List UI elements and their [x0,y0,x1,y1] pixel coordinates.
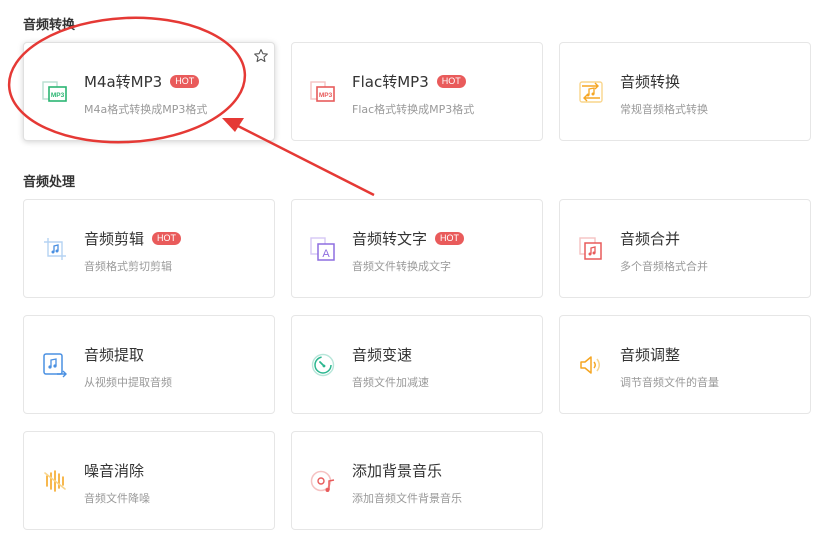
card-description: 音频文件转换成文字 [352,260,451,273]
svg-text:MP3: MP3 [319,92,333,99]
card-title: Flac转MP3 [352,73,429,91]
card-title: 音频转文字 [352,230,428,248]
card-title: 添加背景音乐 [352,462,443,480]
card-title: 音频调整 [620,346,681,364]
mp3-file-icon: MP3 [310,79,336,105]
hot-badge: HOT [170,75,200,88]
section-title-processing: 音频处理 [23,175,76,190]
mp3-file-icon: MP3 [42,79,68,105]
volume-icon [578,352,604,378]
audio-convert-icon [578,79,604,105]
card-add-bgm[interactable]: 添加背景音乐 添加音频文件背景音乐 [291,431,543,530]
card-description: 常规音频格式转换 [620,103,708,116]
svg-text:MP3: MP3 [51,92,65,99]
audio-text-icon: A [310,236,336,262]
hot-badge: HOT [436,75,466,88]
bgm-disc-icon [310,468,336,494]
card-flac-to-mp3[interactable]: MP3 Flac转MP3 HOT Flac格式转换成MP3格式 [291,42,543,141]
card-title: 音频剪辑 [84,230,145,248]
noise-remove-icon [42,468,68,494]
card-title: M4a转MP3 [84,73,163,91]
svg-text:A: A [322,248,330,260]
card-audio-cut[interactable]: 音频剪辑 HOT 音频格式剪切剪辑 [23,199,275,298]
card-description: 添加音频文件背景音乐 [352,492,462,505]
card-title: 音频合并 [620,230,681,248]
audio-extract-icon [42,352,68,378]
audio-merge-icon [578,236,604,262]
audio-crop-icon [42,236,68,262]
card-description: Flac格式转换成MP3格式 [352,103,475,116]
card-description: M4a格式转换成MP3格式 [84,103,208,116]
card-title: 音频提取 [84,346,145,364]
card-description: 从视频中提取音频 [84,376,172,389]
hot-badge: HOT [152,232,182,245]
card-audio-volume[interactable]: 音频调整 调节音频文件的音量 [559,315,811,414]
card-audio-to-text[interactable]: A 音频转文字 HOT 音频文件转换成文字 [291,199,543,298]
card-audio-extract[interactable]: 音频提取 从视频中提取音频 [23,315,275,414]
speed-gauge-icon [310,352,336,378]
card-m4a-to-mp3[interactable]: MP3 M4a转MP3 HOT M4a格式转换成MP3格式 [23,42,275,141]
star-icon[interactable] [253,48,269,64]
card-description: 音频文件降噪 [84,492,150,505]
card-description: 音频文件加减速 [352,376,429,389]
card-audio-speed[interactable]: 音频变速 音频文件加减速 [291,315,543,414]
section-title-conversion: 音频转换 [23,18,76,33]
card-description: 多个音频格式合并 [620,260,708,273]
card-description: 调节音频文件的音量 [620,376,719,389]
hot-badge: HOT [435,232,465,245]
card-audio-convert[interactable]: 音频转换 常规音频格式转换 [559,42,811,141]
card-title: 音频变速 [352,346,413,364]
card-audio-merge[interactable]: 音频合并 多个音频格式合并 [559,199,811,298]
card-title: 噪音消除 [84,462,145,480]
card-noise-remove[interactable]: 噪音消除 音频文件降噪 [23,431,275,530]
card-description: 音频格式剪切剪辑 [84,260,172,273]
card-title: 音频转换 [620,73,681,91]
